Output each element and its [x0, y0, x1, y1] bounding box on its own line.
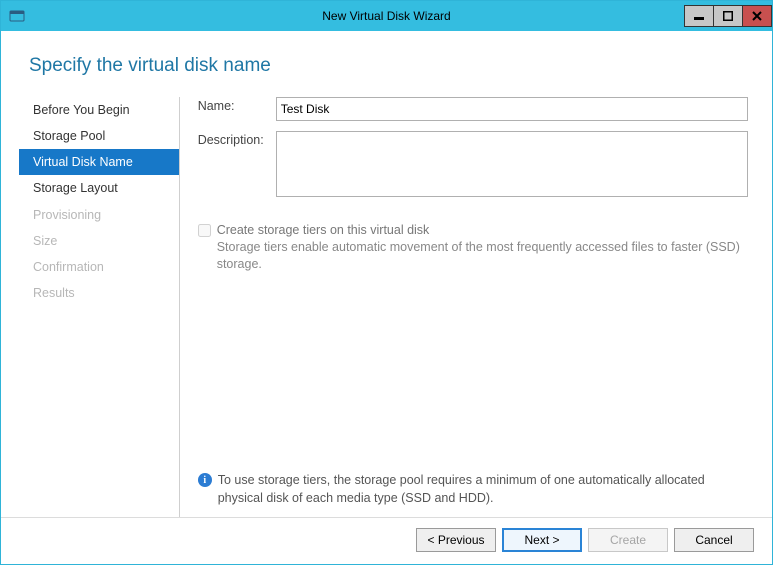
name-input[interactable]: [276, 97, 748, 121]
nav-storage-layout[interactable]: Storage Layout: [19, 175, 179, 201]
window-minimize-button[interactable]: [684, 5, 714, 27]
name-label: Name:: [198, 97, 276, 121]
next-button[interactable]: Next >: [502, 528, 582, 552]
wizard-nav: Before You Begin Storage Pool Virtual Di…: [19, 97, 179, 517]
window-close-button[interactable]: [742, 5, 772, 27]
nav-virtual-disk-name[interactable]: Virtual Disk Name: [19, 149, 179, 175]
titlebar: New Virtual Disk Wizard: [1, 1, 772, 31]
info-icon: i: [198, 473, 212, 487]
app-icon: [7, 6, 27, 26]
previous-button[interactable]: < Previous: [416, 528, 496, 552]
nav-storage-pool[interactable]: Storage Pool: [19, 123, 179, 149]
description-input[interactable]: [276, 131, 748, 197]
storage-tiers-checkbox: [198, 224, 211, 237]
nav-provisioning: Provisioning: [19, 202, 179, 228]
wizard-footer: < Previous Next > Create Cancel: [1, 517, 772, 564]
page-heading: Specify the virtual disk name: [29, 55, 754, 77]
info-text: To use storage tiers, the storage pool r…: [218, 472, 748, 507]
description-label: Description:: [198, 131, 276, 197]
nav-confirmation: Confirmation: [19, 254, 179, 280]
window-title: New Virtual Disk Wizard: [1, 9, 772, 23]
vertical-divider: [179, 97, 180, 517]
window-maximize-button[interactable]: [713, 5, 743, 27]
storage-tiers-desc: Storage tiers enable automatic movement …: [217, 239, 748, 273]
wizard-content: Name: Description: Create storage tiers …: [188, 97, 754, 517]
nav-before-you-begin[interactable]: Before You Begin: [19, 97, 179, 123]
storage-tiers-label: Create storage tiers on this virtual dis…: [217, 223, 748, 237]
nav-size: Size: [19, 228, 179, 254]
nav-results: Results: [19, 280, 179, 306]
create-button: Create: [588, 528, 668, 552]
wizard-window: New Virtual Disk Wizard Specify the virt…: [0, 0, 773, 565]
cancel-button[interactable]: Cancel: [674, 528, 754, 552]
